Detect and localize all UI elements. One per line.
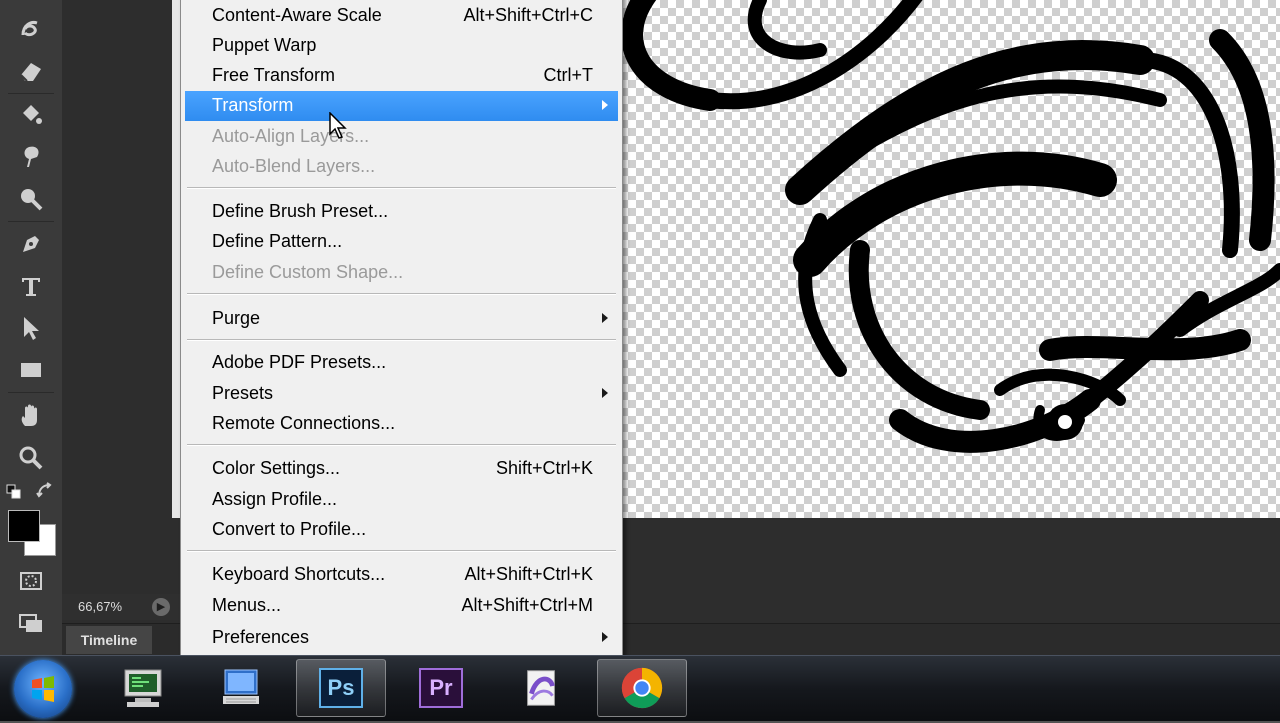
menu-separator — [187, 293, 616, 295]
smudge-icon[interactable] — [10, 138, 52, 176]
menu-item-preferences[interactable]: Preferences — [185, 623, 618, 653]
taskbar-computer-app[interactable] — [98, 659, 188, 717]
edit-menu: Content-Aware Scale Alt+Shift+Ctrl+C Pup… — [180, 0, 623, 657]
quick-mask-icon[interactable] — [10, 562, 52, 600]
menu-item-define-pattern[interactable]: Define Pattern... — [185, 227, 618, 257]
zoom-icon[interactable] — [10, 439, 52, 477]
eraser-icon[interactable] — [10, 52, 52, 90]
start-button[interactable] — [14, 660, 72, 718]
workspace-area — [62, 0, 182, 655]
status-bar: 66,67% ▶ — [62, 594, 182, 620]
premiere-icon: Pr — [419, 668, 463, 708]
submenu-arrow-icon — [602, 632, 608, 642]
windows-logo-icon — [32, 676, 54, 702]
submenu-arrow-icon — [602, 313, 608, 323]
windows-taskbar: Ps Pr — [0, 655, 1280, 721]
tools-panel — [0, 0, 63, 655]
dodge-icon[interactable] — [10, 180, 52, 218]
menu-item-convert-to-profile[interactable]: Convert to Profile... — [185, 515, 618, 545]
menu-separator — [187, 339, 616, 341]
menu-item-purge[interactable]: Purge — [185, 304, 618, 334]
photoshop-icon: Ps — [319, 668, 363, 708]
menu-item-keyboard-shortcuts[interactable]: Keyboard Shortcuts... Alt+Shift+Ctrl+K — [185, 560, 618, 590]
menu-item-assign-profile[interactable]: Assign Profile... — [185, 485, 618, 515]
menu-item-content-aware-scale[interactable]: Content-Aware Scale Alt+Shift+Ctrl+C — [185, 1, 618, 31]
taskbar-remote-desktop-app[interactable] — [196, 659, 286, 717]
mouse-cursor-icon — [329, 111, 349, 140]
pasteboard — [620, 518, 1280, 623]
history-brush-icon[interactable] — [10, 10, 52, 48]
taskbar-chrome-app[interactable] — [597, 659, 687, 717]
menu-item-transform[interactable]: Transform — [185, 91, 618, 121]
chrome-icon — [621, 667, 663, 709]
menu-item-menus[interactable]: Menus... Alt+Shift+Ctrl+M — [185, 591, 618, 621]
menu-item-presets[interactable]: Presets — [185, 379, 618, 409]
menu-separator — [187, 444, 616, 446]
paint-bucket-icon[interactable] — [10, 96, 52, 134]
menu-item-auto-align-layers: Auto-Align Layers... — [212, 126, 370, 146]
menu-item-adobe-pdf-presets[interactable]: Adobe PDF Presets... — [185, 348, 618, 378]
path-selection-icon[interactable] — [10, 309, 52, 347]
taskbar-premiere-app[interactable]: Pr — [396, 659, 486, 717]
foreground-color-swatch[interactable] — [8, 510, 40, 542]
zoom-level[interactable]: 66,67% — [78, 599, 122, 614]
artwork-illustration — [621, 0, 1280, 453]
menu-item-define-brush-preset[interactable]: Define Brush Preset... — [185, 197, 618, 227]
menu-item-define-custom-shape: Define Custom Shape... — [212, 262, 404, 282]
taskbar-photoshop-app[interactable]: Ps — [296, 659, 386, 717]
document-pen-icon — [527, 670, 555, 706]
taskbar-inkscape-app[interactable] — [496, 659, 586, 717]
tab-timeline[interactable]: Timeline — [66, 626, 152, 654]
computer-monitor-icon — [124, 669, 162, 707]
pen-icon[interactable] — [10, 225, 52, 263]
menu-separator — [187, 550, 616, 552]
menu-item-auto-blend-layers: Auto-Blend Layers... — [212, 156, 376, 176]
swap-colors-icon[interactable] — [36, 482, 54, 500]
menu-separator — [187, 187, 616, 189]
hand-icon[interactable] — [10, 397, 52, 435]
menu-item-puppet-warp[interactable]: Puppet Warp — [185, 31, 618, 61]
submenu-arrow-icon — [602, 388, 608, 398]
menu-item-free-transform[interactable]: Free Transform Ctrl+T — [185, 61, 618, 91]
menu-item-remote-connections[interactable]: Remote Connections... — [185, 409, 618, 439]
remote-desktop-icon — [223, 669, 259, 704]
screen-mode-icon[interactable] — [10, 604, 52, 642]
type-icon[interactable] — [10, 267, 52, 305]
default-colors-icon[interactable] — [6, 484, 22, 500]
rectangle-icon[interactable] — [10, 351, 52, 389]
menu-item-color-settings[interactable]: Color Settings... Shift+Ctrl+K — [185, 454, 618, 484]
document-info-icon[interactable]: ▶ — [152, 598, 170, 616]
submenu-arrow-icon — [602, 100, 608, 110]
document-canvas[interactable] — [620, 0, 1280, 518]
